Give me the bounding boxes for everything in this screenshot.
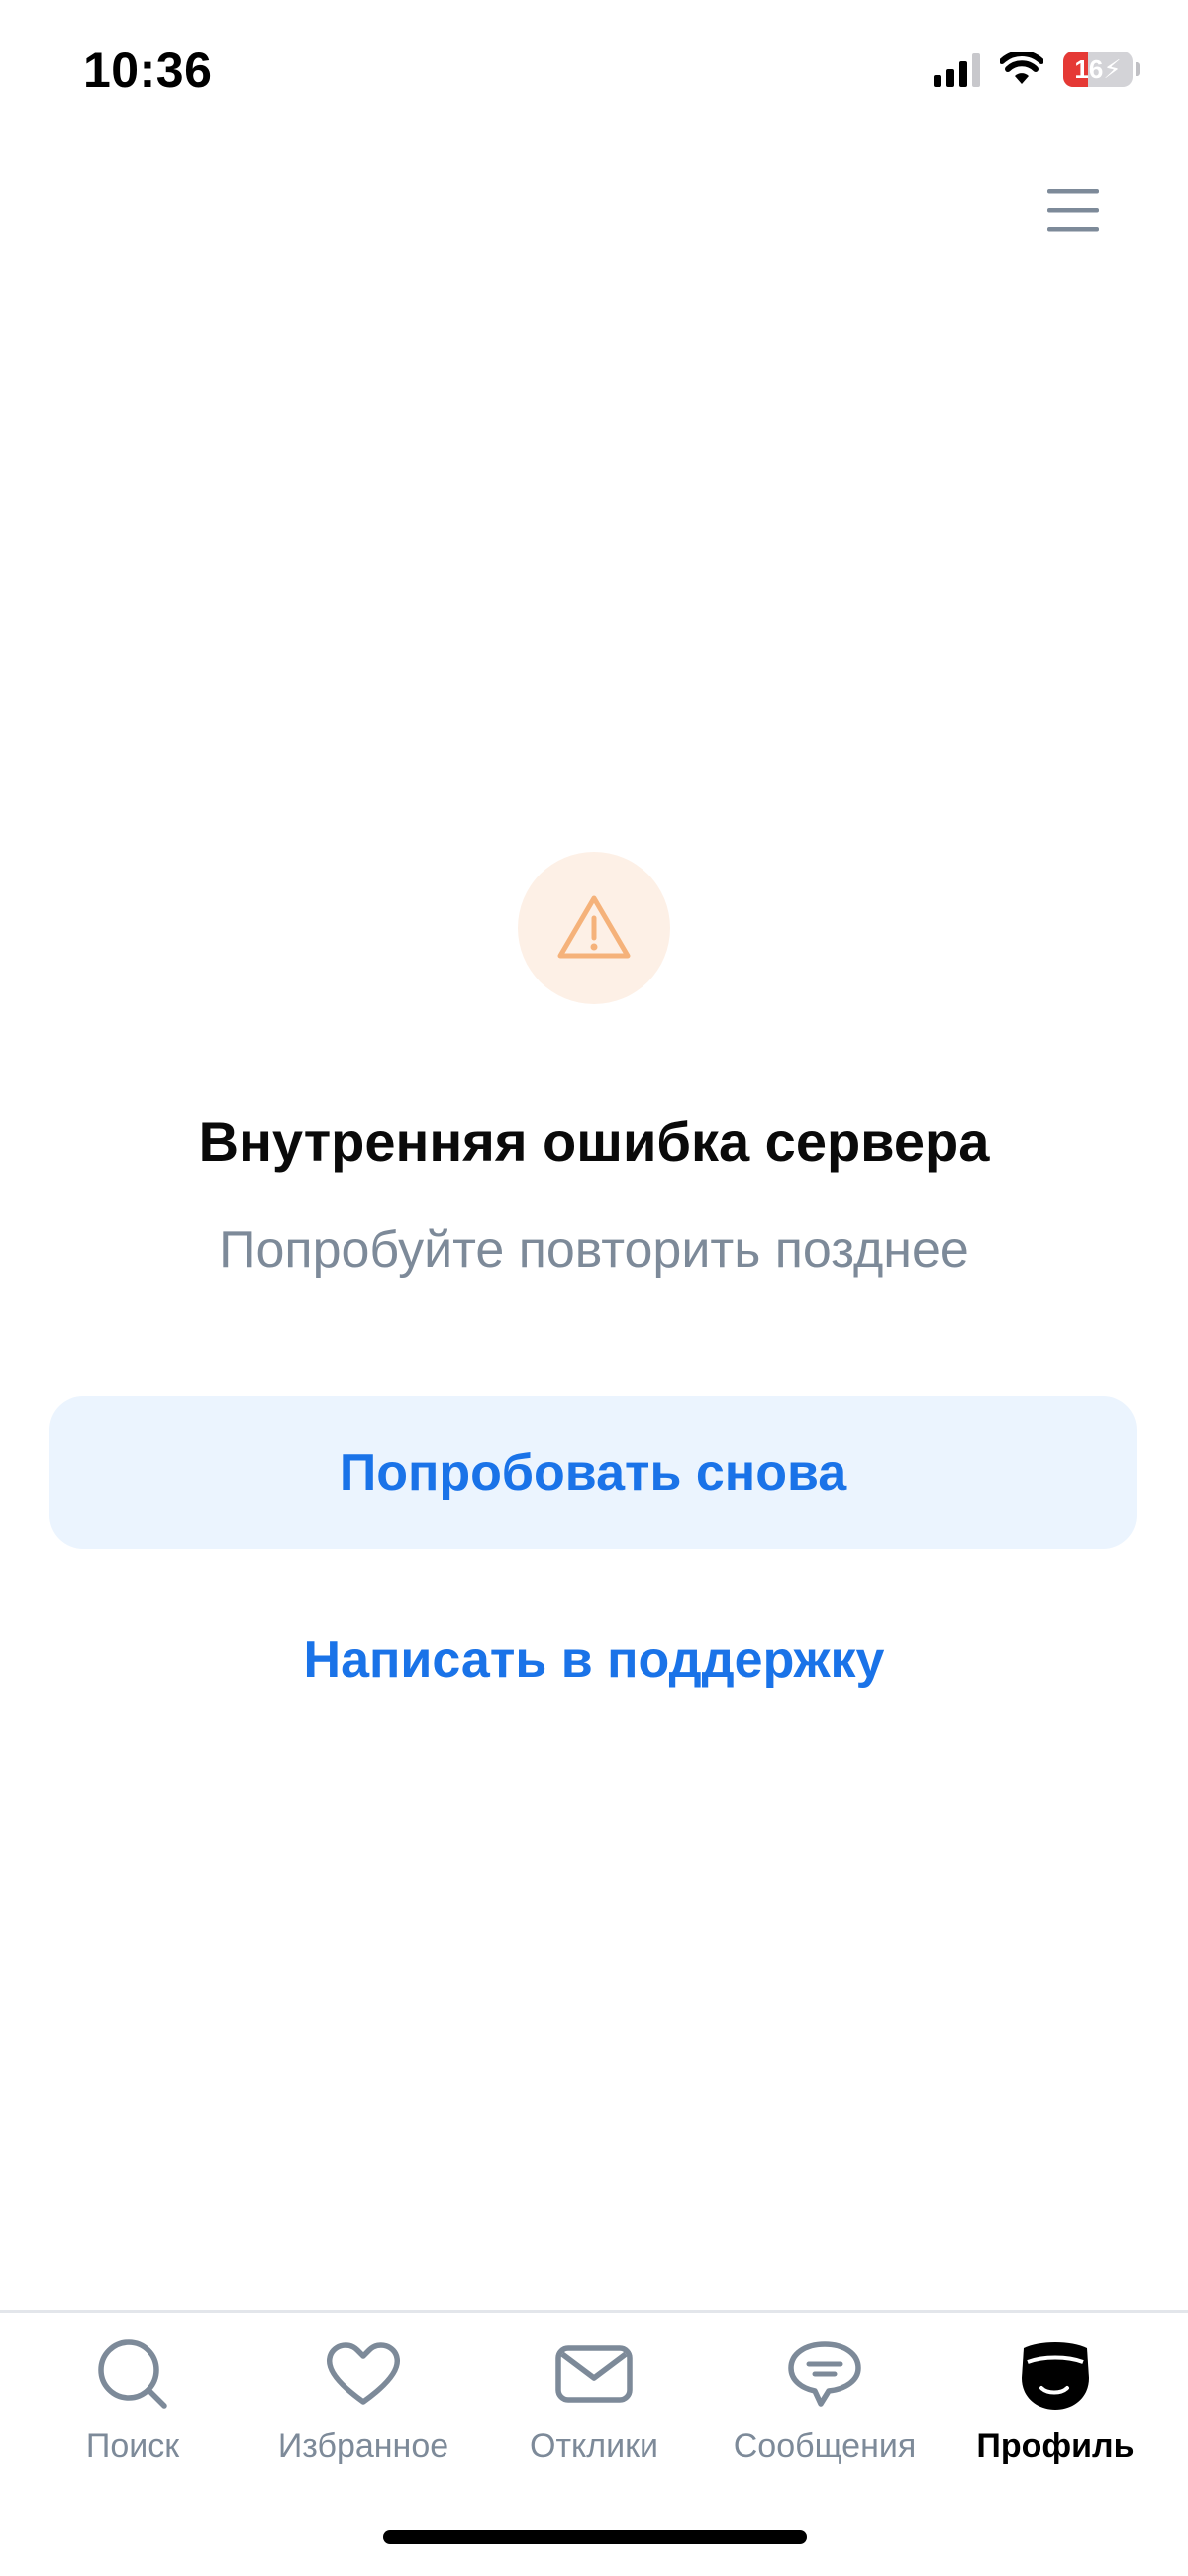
retry-button[interactable]: Попробовать снова — [50, 1396, 1137, 1549]
tab-favorites[interactable]: Избранное — [248, 2332, 478, 2466]
support-link[interactable]: Написать в поддержку — [0, 1630, 1188, 1690]
tab-label: Сообщения — [733, 2427, 917, 2465]
battery-indicator: 16⚡ — [1063, 52, 1140, 87]
status-time: 10:36 — [83, 43, 213, 98]
error-subtitle: Попробуйте повторить позднее — [219, 1221, 969, 1279]
home-indicator — [383, 2530, 807, 2544]
battery-level: 16⚡ — [1074, 53, 1122, 84]
tab-label: Поиск — [85, 2427, 180, 2465]
error-title: Внутренняя ошибка сервера — [198, 1110, 990, 1173]
tab-profile[interactable]: Профиль — [940, 2332, 1170, 2466]
status-bar: 10:36 16⚡ — [0, 0, 1188, 139]
heart-icon — [326, 2342, 401, 2405]
battery-icon: 16⚡ — [1063, 52, 1133, 87]
warning-triangle-icon — [557, 895, 631, 959]
wifi-icon — [1000, 52, 1043, 84]
tab-search[interactable]: Поиск — [18, 2332, 248, 2466]
menu-button[interactable] — [1045, 182, 1101, 238]
chat-bubble-icon — [788, 2341, 861, 2407]
error-icon-badge — [518, 852, 670, 1004]
search-icon — [98, 2339, 167, 2409]
profile-mask-icon — [1022, 2342, 1089, 2410]
tab-label: Избранное — [277, 2427, 449, 2465]
envelope-icon — [555, 2345, 633, 2403]
cellular-signal-icon — [934, 52, 980, 87]
tab-messages[interactable]: Сообщения — [710, 2332, 940, 2466]
tab-responses[interactable]: Отклики — [479, 2332, 709, 2466]
tab-label: Профиль — [976, 2427, 1135, 2465]
hamburger-menu-icon — [1047, 189, 1099, 232]
status-icons: 16⚡ — [934, 52, 1140, 87]
tab-label: Отклики — [530, 2427, 658, 2465]
